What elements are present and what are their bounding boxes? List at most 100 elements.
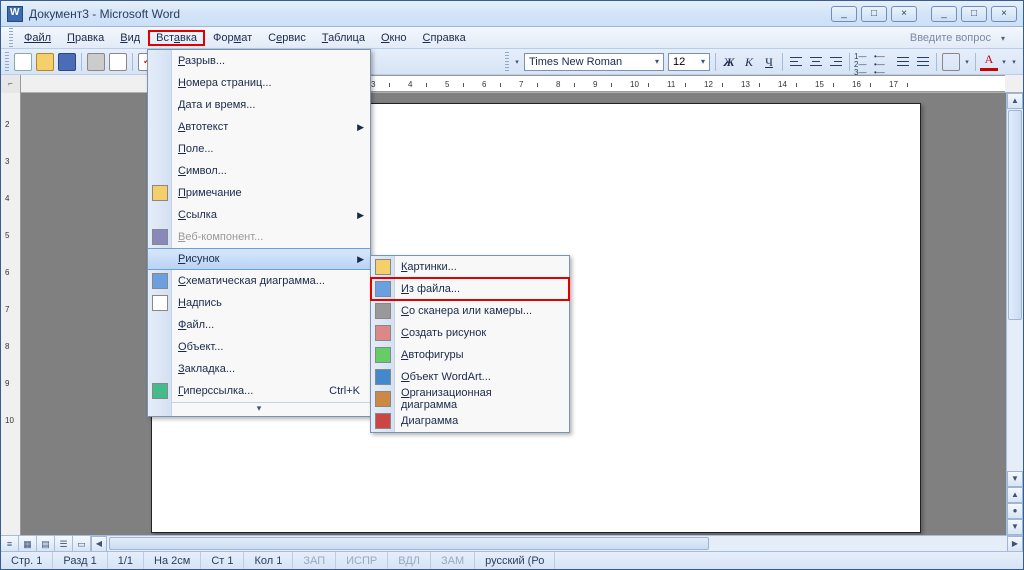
submenu-item-scanner[interactable]: Со сканера или камеры... [371,300,569,322]
align-center-button[interactable] [807,53,825,71]
menu-table[interactable]: Таблица [314,30,373,46]
help-question-box[interactable]: Введите вопрос▾ [910,32,1015,44]
submenu-item-wordart[interactable]: Объект WordArt... [371,366,569,388]
menu-item-символ[interactable]: Символ... [148,160,370,182]
menu-item-схематическаядиаграмма[interactable]: Схематическая диаграмма... [148,270,370,292]
view-print-button[interactable]: ▤ [37,536,55,551]
status-col: Кол 1 [244,552,293,569]
open-icon[interactable] [36,53,54,71]
menu-item-надпись[interactable]: Надпись [148,292,370,314]
app-icon [7,6,23,22]
view-normal-button[interactable]: ≡ [1,536,19,551]
menu-item-label: Примечание [178,187,242,199]
menu-item-разрыв[interactable]: Разрыв... [148,50,370,72]
menu-item-ссылка[interactable]: Ссылка▶ [148,204,370,226]
mdi-close-button[interactable]: × [891,6,917,22]
menu-edit[interactable]: Правка [59,30,112,46]
underline-button[interactable]: Ч [760,53,778,71]
menu-item-гиперссылка[interactable]: Гиперссылка...Ctrl+K [148,380,370,402]
align-right-button[interactable] [827,53,845,71]
ruler-tick: 9 [593,80,597,89]
menu-expand-icon[interactable]: ▾ [148,402,370,416]
menu-item-файл[interactable]: Файл... [148,314,370,336]
scroll-down-button[interactable]: ▼ [1007,471,1023,487]
align-left-button[interactable] [787,53,805,71]
maximize-button[interactable]: □ [961,6,987,22]
vertical-ruler[interactable]: 2345678910 [1,93,21,535]
hscroll-thumb[interactable] [109,537,709,550]
submenu-item-orgchart[interactable]: Организационная диаграмма [371,388,569,410]
submenu-item-autoshapes[interactable]: Автофигуры [371,344,569,366]
menu-item-закладка[interactable]: Закладка... [148,358,370,380]
menu-item-датаивремя[interactable]: Дата и время... [148,94,370,116]
vertical-scrollbar[interactable]: ▲ ▼ ▲ ● ▼ [1006,93,1023,535]
vruler-tick: 9 [5,379,9,388]
toolbar-overflow-2[interactable]: ▾ [1009,58,1019,66]
chevron-down-icon: ▾ [655,57,659,66]
menu-item-номерастраниц[interactable]: Номера страниц... [148,72,370,94]
close-button[interactable]: × [991,6,1017,22]
menu-format[interactable]: Формат [205,30,260,46]
menu-item-label: Разрыв... [178,55,225,67]
horizontal-scrollbar[interactable]: ◀ ▶ [91,536,1023,551]
scroll-right-button[interactable]: ▶ [1007,536,1023,552]
save-icon[interactable] [58,53,76,71]
menu-item-поле[interactable]: Поле... [148,138,370,160]
new-doc-icon[interactable] [14,53,32,71]
status-rec[interactable]: ЗАП [293,552,336,569]
font-name-combo[interactable]: Times New Roman ▾ [524,53,664,71]
status-ext[interactable]: ВДЛ [388,552,431,569]
tab-selector[interactable]: ⌐ [1,75,21,93]
scroll-up-button[interactable]: ▲ [1007,93,1023,109]
mdi-minimize-button[interactable]: _ [831,6,857,22]
font-color-dropdown[interactable]: ▾ [999,58,1009,66]
toolbar-grip-2[interactable] [5,52,9,72]
view-reading-button[interactable]: ▭ [73,536,91,551]
border-button[interactable] [942,53,960,71]
prev-page-button[interactable]: ▲ [1007,487,1023,503]
menu-file[interactable]: Файл [16,30,59,46]
menu-item-автотекст[interactable]: Автотекст▶ [148,116,370,138]
menu-item-объект[interactable]: Объект... [148,336,370,358]
print-icon[interactable] [87,53,105,71]
submenu-item-fromfile[interactable]: Из файла... [371,278,569,300]
status-trk[interactable]: ИСПР [336,552,388,569]
menu-item-примечание[interactable]: Примечание [148,182,370,204]
browse-object-button[interactable]: ● [1007,503,1023,519]
menu-help[interactable]: Справка [415,30,474,46]
toolbar-grip-3[interactable] [505,52,509,72]
toolbar-grip[interactable] [9,28,13,48]
bold-button[interactable]: Ж [720,53,738,71]
scroll-thumb[interactable] [1008,110,1022,320]
preview-icon[interactable] [109,53,127,71]
bulleted-list-button[interactable]: •—•—•— [874,53,892,71]
scroll-left-button[interactable]: ◀ [91,536,107,552]
menu-view[interactable]: Вид [112,30,148,46]
view-outline-button[interactable]: ☰ [55,536,73,551]
submenu-item-label: Со сканера или камеры... [401,305,532,317]
orgchart-icon [375,391,391,407]
view-web-button[interactable]: ▦ [19,536,37,551]
mdi-maximize-button[interactable]: □ [861,6,887,22]
menu-tools[interactable]: Сервис [260,30,314,46]
font-color-button[interactable]: A [980,53,998,71]
menu-item-label: Символ... [178,165,227,177]
submenu-item-clipart[interactable]: Картинки... [371,256,569,278]
numbered-list-button[interactable]: 1—2—3— [854,53,872,71]
border-dropdown[interactable]: ▾ [962,58,972,66]
status-ovr[interactable]: ЗАМ [431,552,475,569]
font-size-combo[interactable]: 12 ▾ [668,53,710,71]
status-lang[interactable]: русский (Ро [475,552,555,569]
decrease-indent-button[interactable] [894,53,912,71]
submenu-item-chart[interactable]: Диаграмма [371,410,569,432]
style-dropdown-icon[interactable]: ▾ [512,58,522,66]
menu-insert[interactable]: Вставка [148,30,205,46]
menu-window[interactable]: Окно [373,30,415,46]
submenu-item-newdrawing[interactable]: Создать рисунок [371,322,569,344]
italic-button[interactable]: К [740,53,758,71]
minimize-button[interactable]: _ [931,6,957,22]
increase-indent-button[interactable] [914,53,932,71]
menu-item-label: Закладка... [178,363,235,375]
next-page-button[interactable]: ▼ [1007,519,1023,535]
menu-item-рисунок[interactable]: Рисунок▶ [148,248,370,270]
